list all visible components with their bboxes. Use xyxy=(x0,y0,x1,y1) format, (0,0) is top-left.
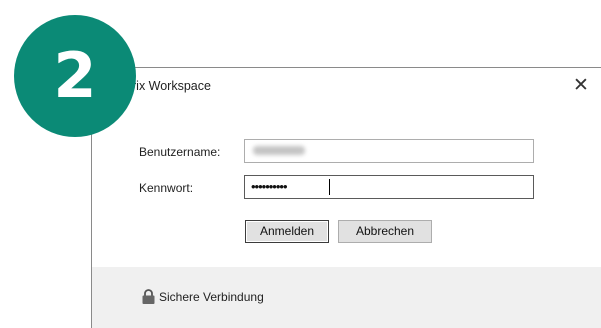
step-badge: 2 xyxy=(14,15,136,137)
username-label: Benutzername: xyxy=(139,145,221,159)
redacted-username xyxy=(253,146,305,155)
step-number: 2 xyxy=(53,39,97,112)
password-mask: •••••••••• xyxy=(251,179,288,194)
dialog-footer: Sichere Verbindung xyxy=(92,267,601,328)
password-label: Kennwort: xyxy=(139,181,194,195)
login-button[interactable]: Anmelden xyxy=(245,220,329,243)
dialog-title: rix Workspace xyxy=(132,79,211,93)
close-icon[interactable]: ✕ xyxy=(569,74,593,98)
login-dialog: rix Workspace ✕ Benutzername: Kennwort: … xyxy=(91,67,601,328)
lock-icon xyxy=(142,289,155,304)
secure-connection-text: Sichere Verbindung xyxy=(159,290,264,304)
username-input[interactable] xyxy=(244,139,534,163)
cancel-button[interactable]: Abbrechen xyxy=(338,220,432,243)
dialog-titlebar: rix Workspace ✕ xyxy=(92,68,601,106)
text-caret xyxy=(329,179,330,195)
password-input[interactable]: •••••••••• xyxy=(244,175,534,199)
